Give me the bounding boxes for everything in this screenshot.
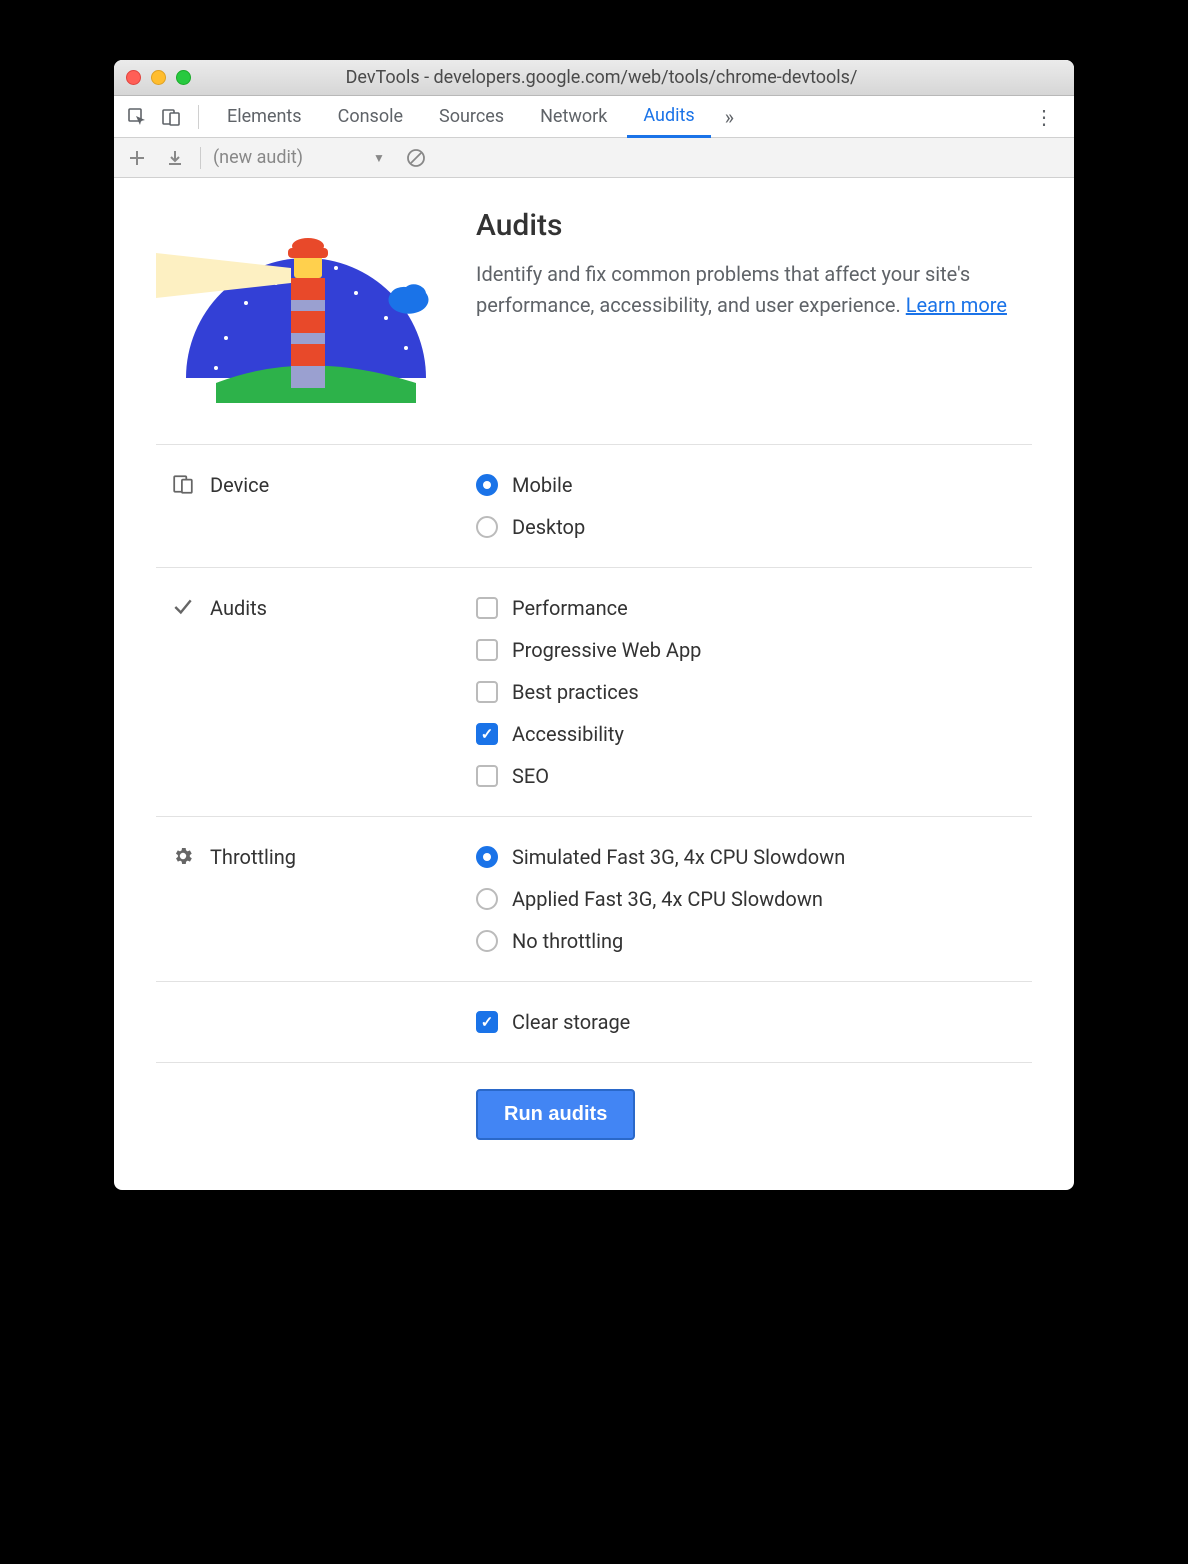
radio-icon <box>476 516 498 538</box>
tab-network[interactable]: Network <box>524 96 623 138</box>
learn-more-link[interactable]: Learn more <box>906 293 1007 317</box>
clear-storage-option[interactable]: Clear storage <box>476 1010 630 1034</box>
tabs-overflow-icon[interactable]: » <box>715 105 744 129</box>
section-device: Device Mobile Desktop <box>156 445 1032 568</box>
device-options: Mobile Desktop <box>476 473 585 539</box>
throttling-option-none[interactable]: No throttling <box>476 929 845 953</box>
radio-icon <box>476 846 498 868</box>
audit-option-pwa[interactable]: Progressive Web App <box>476 638 701 662</box>
checkbox-icon <box>476 681 498 703</box>
tab-audits[interactable]: Audits <box>627 96 710 138</box>
checkbox-icon <box>476 597 498 619</box>
radio-icon <box>476 930 498 952</box>
checkbox-icon <box>476 765 498 787</box>
intro-text: Audits Identify and fix common problems … <box>476 208 1032 321</box>
clear-icon[interactable] <box>403 145 429 171</box>
lighthouse-illustration <box>156 208 436 408</box>
download-icon[interactable] <box>162 145 188 171</box>
radio-icon <box>476 474 498 496</box>
tab-elements[interactable]: Elements <box>211 96 318 138</box>
section-device-label: Device <box>156 473 476 539</box>
maximize-window-button[interactable] <box>176 70 191 85</box>
throttling-options: Simulated Fast 3G, 4x CPU Slowdown Appli… <box>476 845 845 953</box>
audit-option-accessibility[interactable]: Accessibility <box>476 722 701 746</box>
tab-sources[interactable]: Sources <box>423 96 520 138</box>
minimize-window-button[interactable] <box>151 70 166 85</box>
window-controls <box>126 70 191 85</box>
run-row: Run audits <box>156 1089 1032 1140</box>
audit-select-label: (new audit) <box>213 147 303 168</box>
device-option-mobile[interactable]: Mobile <box>476 473 585 497</box>
device-toolbar-icon[interactable] <box>156 102 186 132</box>
audits-toolbar: (new audit) ▼ <box>114 138 1074 178</box>
gear-icon <box>172 845 194 867</box>
device-option-desktop[interactable]: Desktop <box>476 515 585 539</box>
inspect-element-icon[interactable] <box>122 102 152 132</box>
window-title: DevTools - developers.google.com/web/too… <box>191 67 1062 88</box>
audits-intro: Audits Identify and fix common problems … <box>156 208 1032 445</box>
audits-panel: Audits Identify and fix common problems … <box>114 178 1074 1190</box>
checkbox-icon <box>476 1011 498 1033</box>
section-audits-label: Audits <box>156 596 476 788</box>
run-audits-button[interactable]: Run audits <box>476 1089 635 1140</box>
section-audits: Audits Performance Progressive Web App B… <box>156 568 1032 817</box>
audits-description: Identify and fix common problems that af… <box>476 259 1032 321</box>
section-clear-storage-spacer <box>156 1010 476 1034</box>
audit-option-seo[interactable]: SEO <box>476 764 701 788</box>
tab-console[interactable]: Console <box>322 96 419 138</box>
new-audit-icon[interactable] <box>124 145 150 171</box>
tabbar-divider <box>198 105 199 129</box>
audits-title: Audits <box>476 208 1032 243</box>
devtools-menu-icon[interactable]: ⋮ <box>1024 105 1066 129</box>
clear-storage-option-group: Clear storage <box>476 1010 630 1034</box>
device-icon <box>172 473 194 495</box>
audit-option-best-practices[interactable]: Best practices <box>476 680 701 704</box>
throttling-option-applied[interactable]: Applied Fast 3G, 4x CPU Slowdown <box>476 887 845 911</box>
checkbox-icon <box>476 639 498 661</box>
subbar-divider <box>200 147 201 169</box>
checkbox-icon <box>476 723 498 745</box>
chevron-down-icon: ▼ <box>373 151 385 165</box>
audit-option-performance[interactable]: Performance <box>476 596 701 620</box>
throttling-option-simulated[interactable]: Simulated Fast 3G, 4x CPU Slowdown <box>476 845 845 869</box>
section-throttling-label: Throttling <box>156 845 476 953</box>
audits-options: Performance Progressive Web App Best pra… <box>476 596 701 788</box>
devtools-window: DevTools - developers.google.com/web/too… <box>114 60 1074 1190</box>
audit-select-dropdown[interactable]: (new audit) ▼ <box>213 147 385 168</box>
radio-icon <box>476 888 498 910</box>
close-window-button[interactable] <box>126 70 141 85</box>
section-throttling: Throttling Simulated Fast 3G, 4x CPU Slo… <box>156 817 1032 982</box>
check-icon <box>172 596 194 618</box>
window-titlebar: DevTools - developers.google.com/web/too… <box>114 60 1074 96</box>
devtools-tabbar: Elements Console Sources Network Audits … <box>114 96 1074 138</box>
section-clear-storage: Clear storage <box>156 982 1032 1063</box>
